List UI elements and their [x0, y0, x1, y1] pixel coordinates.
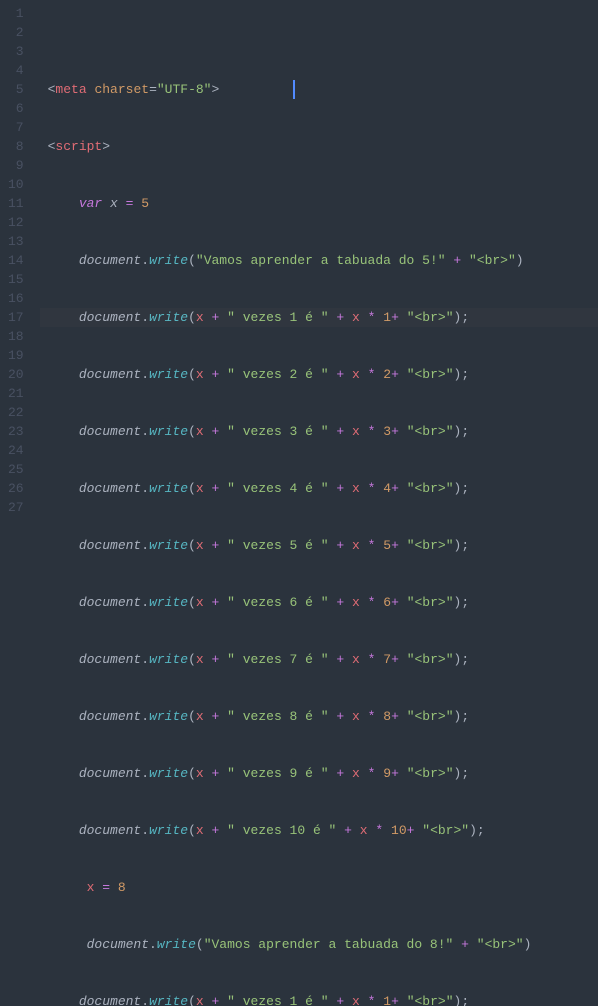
line-number: 18 — [8, 327, 24, 346]
line-number: 10 — [8, 175, 24, 194]
code-editor[interactable]: 1 2 3 4 5 6 7 8 9 10 11 12 13 14 15 16 1… — [0, 0, 598, 503]
line-number: 13 — [8, 232, 24, 251]
line-number: 6 — [8, 99, 24, 118]
code-line[interactable]: x = 8 — [40, 878, 598, 897]
code-line[interactable]: var x = 5 — [40, 194, 598, 213]
text-cursor — [293, 80, 295, 99]
code-line[interactable]: document.write(x + " vezes 1 é " + x * 1… — [40, 992, 598, 1006]
code-line[interactable]: document.write(x + " vezes 3 é " + x * 3… — [40, 422, 598, 441]
code-line[interactable]: document.write("Vamos aprender a tabuada… — [40, 251, 598, 270]
code-line[interactable]: document.write(x + " vezes 10 é " + x * … — [40, 821, 598, 840]
code-line[interactable]: document.write(x + " vezes 6 é " + x * 6… — [40, 593, 598, 612]
line-number: 14 — [8, 251, 24, 270]
code-line[interactable]: document.write(x + " vezes 4 é " + x * 4… — [40, 479, 598, 498]
line-number: 7 — [8, 118, 24, 137]
line-number: 9 — [8, 156, 24, 175]
code-line[interactable]: document.write("Vamos aprender a tabuada… — [40, 935, 598, 954]
line-number: 27 — [8, 498, 24, 517]
line-number: 23 — [8, 422, 24, 441]
code-line[interactable]: document.write(x + " vezes 5 é " + x * 5… — [40, 536, 598, 555]
code-line[interactable]: document.write(x + " vezes 9 é " + x * 9… — [40, 764, 598, 783]
line-number: 8 — [8, 137, 24, 156]
line-number: 11 — [8, 194, 24, 213]
line-number: 5 — [8, 80, 24, 99]
line-number: 15 — [8, 270, 24, 289]
line-number: 22 — [8, 403, 24, 422]
line-number: 16 — [8, 289, 24, 308]
line-number: 3 — [8, 42, 24, 61]
line-number: 4 — [8, 61, 24, 80]
line-number: 19 — [8, 346, 24, 365]
line-number: 24 — [8, 441, 24, 460]
line-number: 25 — [8, 460, 24, 479]
code-line[interactable]: document.write(x + " vezes 7 é " + x * 7… — [40, 650, 598, 669]
code-line[interactable]: document.write(x + " vezes 8 é " + x * 8… — [40, 707, 598, 726]
line-number: 17 — [8, 308, 24, 327]
line-number: 2 — [8, 23, 24, 42]
line-number: 21 — [8, 384, 24, 403]
line-number: 26 — [8, 479, 24, 498]
line-number-gutter: 1 2 3 4 5 6 7 8 9 10 11 12 13 14 15 16 1… — [0, 0, 40, 503]
code-line[interactable]: document.write(x + " vezes 2 é " + x * 2… — [40, 365, 598, 384]
line-number: 1 — [8, 4, 24, 23]
code-content[interactable]: <meta charset="UTF-8"> <script> var x = … — [40, 0, 598, 503]
code-line[interactable]: <script> — [40, 137, 598, 156]
code-line[interactable]: <meta charset="UTF-8"> — [40, 80, 598, 99]
line-number: 12 — [8, 213, 24, 232]
code-line-active[interactable]: document.write(x + " vezes 1 é " + x * 1… — [40, 308, 598, 327]
line-number: 20 — [8, 365, 24, 384]
